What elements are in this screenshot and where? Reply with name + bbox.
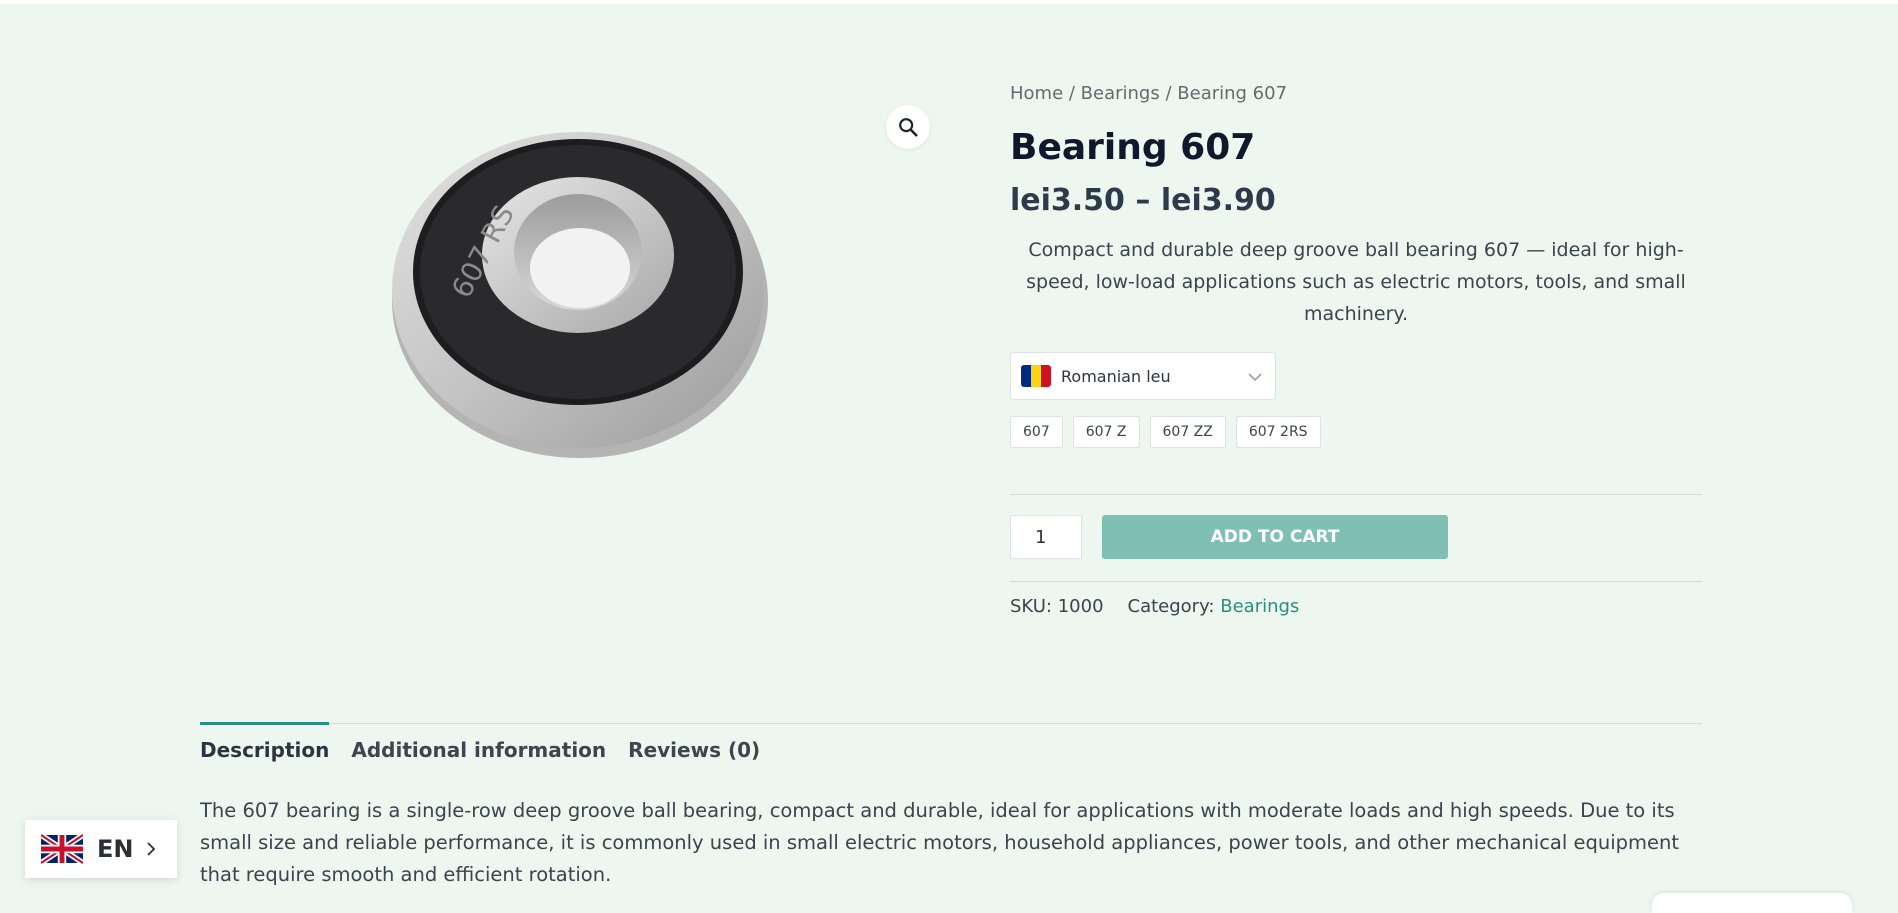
magnifier-icon	[899, 118, 918, 137]
zoom-button[interactable]	[886, 105, 930, 149]
variation-607-zz[interactable]: 607 ZZ	[1149, 416, 1226, 448]
price-range: lei3.50 – lei3.90	[1010, 183, 1276, 218]
tab-reviews[interactable]: Reviews (0)	[628, 724, 760, 772]
variation-607[interactable]: 607	[1010, 416, 1063, 448]
product-summary: Home / Bearings / Bearing 607 Bearing 60…	[1010, 82, 1702, 617]
breadcrumb-separator: /	[1159, 83, 1178, 104]
variation-swatches: 607 607 Z 607 ZZ 607 2RS	[1010, 416, 1702, 448]
chevron-down-icon	[1248, 373, 1262, 382]
language-switcher[interactable]: EN	[25, 820, 177, 878]
chat-widget[interactable]	[1652, 893, 1852, 913]
description-text: The 607 bearing is a single-row deep gro…	[200, 799, 1680, 886]
add-to-cart-form: ADD TO CART	[1010, 515, 1702, 559]
variation-607-z[interactable]: 607 Z	[1072, 416, 1140, 448]
category-meta: Category: Bearings	[1128, 596, 1300, 617]
product-tabs: Description Additional information Revie…	[200, 722, 1702, 772]
product-gallery: 607 RS	[200, 60, 940, 490]
tab-description[interactable]: Description	[200, 722, 330, 772]
breadcrumb-category[interactable]: Bearings	[1081, 83, 1160, 104]
breadcrumb: Home / Bearings / Bearing 607	[1010, 82, 1702, 106]
add-to-cart-button[interactable]: ADD TO CART	[1102, 515, 1448, 559]
language-code: EN	[97, 835, 134, 863]
quantity-input[interactable]	[1010, 515, 1082, 559]
chevron-right-icon	[147, 842, 156, 856]
divider	[1010, 494, 1702, 495]
breadcrumb-current: Bearing 607	[1177, 83, 1288, 104]
variation-607-2rs[interactable]: 607 2RS	[1235, 416, 1321, 448]
breadcrumb-separator: /	[1063, 83, 1081, 104]
category-link[interactable]: Bearings	[1220, 596, 1299, 617]
category-label: Category:	[1127, 596, 1215, 617]
tab-additional-information[interactable]: Additional information	[351, 724, 606, 772]
currency-label: Romanian leu	[1061, 366, 1171, 386]
romania-flag-icon	[1021, 365, 1051, 387]
sku: SKU: 1000	[1010, 596, 1104, 617]
product-meta: SKU: 1000 Category: Bearings	[1010, 596, 1702, 617]
product-image[interactable]: 607 RS	[370, 100, 790, 480]
short-description: Compact and durable deep groove ball bea…	[1026, 239, 1686, 325]
uk-flag-icon	[41, 834, 83, 864]
currency-switcher[interactable]: Romanian leu	[1010, 352, 1276, 400]
product-title: Bearing 607	[1010, 127, 1256, 168]
top-border	[0, 0, 1898, 4]
divider	[1010, 581, 1702, 582]
breadcrumb-home[interactable]: Home	[1010, 83, 1063, 104]
